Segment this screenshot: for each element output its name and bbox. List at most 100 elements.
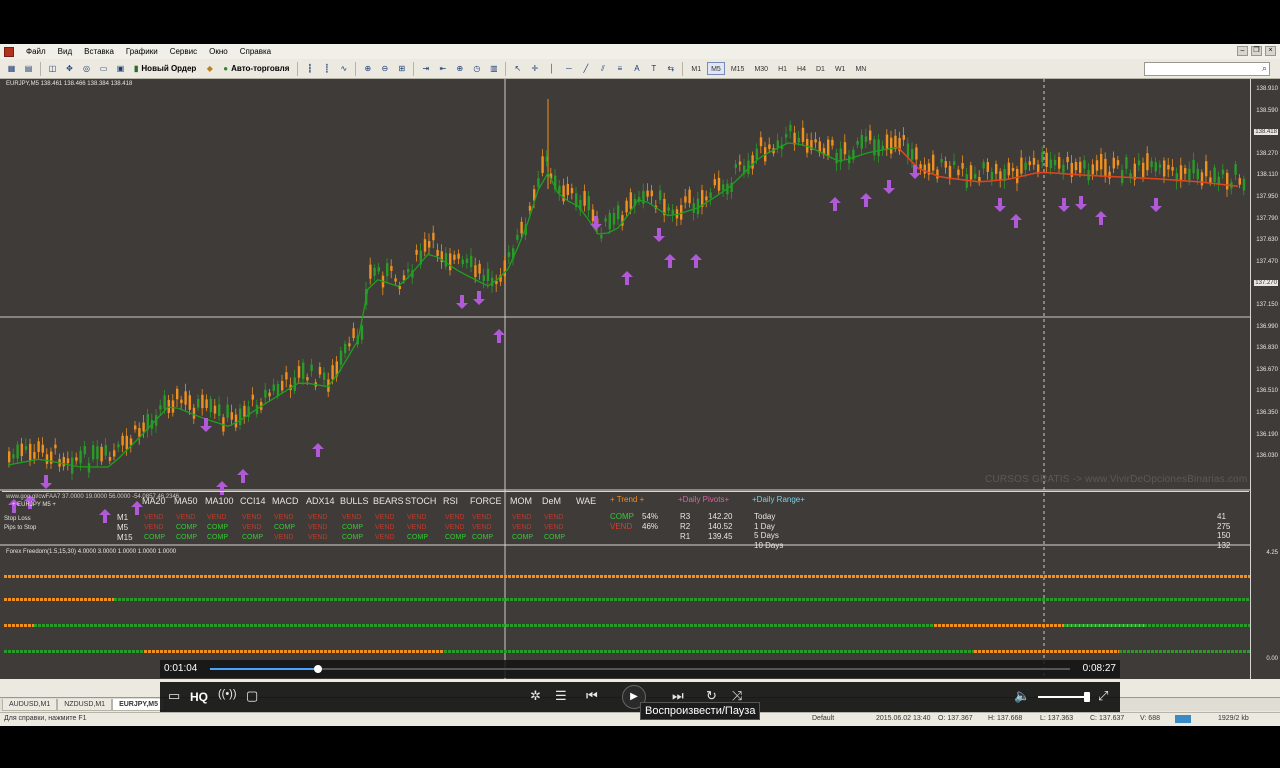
zoom-out-icon[interactable]: ⊖ (377, 61, 392, 76)
close-icon[interactable]: × (1265, 46, 1276, 56)
seek-handle[interactable] (314, 665, 323, 673)
text-tool-icon[interactable]: A (629, 61, 644, 76)
search-icon[interactable]: ⌕ (1262, 63, 1267, 74)
fibonacci-icon[interactable]: ≡ (612, 61, 627, 76)
indicator-dot (686, 624, 689, 627)
tf-mn[interactable]: MN (851, 62, 870, 75)
menu-help[interactable]: Справка (234, 44, 277, 59)
crosshair-icon[interactable]: ✛ (527, 61, 542, 76)
tab-audusd[interactable]: AUDUSD,M1 (2, 698, 58, 711)
tf-m5[interactable]: M5 (707, 62, 725, 75)
tf-m15[interactable]: M15 (727, 62, 749, 75)
previous-icon[interactable]: ⏮ (586, 688, 598, 704)
indicator-dot (884, 650, 887, 653)
indicator-dot (948, 650, 951, 653)
new-order-button[interactable]: ▮ Новый Ордер (130, 61, 200, 76)
channel-icon[interactable]: ⫽ (595, 61, 610, 76)
indicator-dot (1030, 598, 1033, 601)
menu-file[interactable]: Файл (20, 44, 52, 59)
tf-h1[interactable]: H1 (774, 62, 791, 75)
auto-scroll-icon[interactable]: ⇥ (418, 61, 433, 76)
templates-icon[interactable]: ▥ (486, 61, 501, 76)
arrows-tool-icon[interactable]: ⇆ (663, 61, 678, 76)
fullscreen-icon[interactable]: ⤢ (1098, 688, 1108, 704)
indicator-dot (876, 650, 879, 653)
volume-icon[interactable]: 🔈 (1014, 688, 1030, 704)
bar-chart-icon[interactable]: ┇ (302, 61, 317, 76)
hq-button[interactable]: HQ (190, 690, 208, 704)
indicator-dot (584, 650, 587, 653)
minimize-icon[interactable]: – (1237, 46, 1248, 56)
indicator-dot (324, 575, 327, 578)
menu-window[interactable]: Окно (203, 44, 234, 59)
indicator-dot (576, 575, 579, 578)
tf-m30[interactable]: M30 (750, 62, 772, 75)
playlist-icon[interactable]: ☰ (555, 688, 567, 704)
terminal-icon[interactable]: ▭ (96, 61, 111, 76)
indicators-icon[interactable]: ⊕ (452, 61, 467, 76)
indicator-dot (1196, 624, 1199, 627)
tf-h4[interactable]: H4 (793, 62, 810, 75)
candle-body (755, 148, 758, 160)
indicator-dot (154, 624, 157, 627)
candlestick-icon[interactable]: ┋ (319, 61, 334, 76)
meta-editor-icon[interactable]: ◆ (202, 61, 217, 76)
indicator-dot (456, 575, 459, 578)
settings-icon[interactable]: ✲ (530, 688, 541, 704)
tab-nzdusd[interactable]: NZDUSD,M1 (57, 698, 113, 711)
seek-bar[interactable] (210, 665, 1070, 673)
search-input[interactable]: ⌕ (1144, 62, 1270, 76)
indicator-dot (560, 575, 563, 578)
restore-icon[interactable]: ❐ (1251, 46, 1262, 56)
navigator-icon[interactable]: ✥ (62, 61, 77, 76)
cursor-icon[interactable]: ↖ (510, 61, 525, 76)
tile-windows-icon[interactable]: ⊞ (394, 61, 409, 76)
tab-eurjpy[interactable]: EURJPY,M5 (112, 698, 165, 711)
market-watch-icon[interactable]: ◫ (45, 61, 60, 76)
indicator-dot (40, 598, 43, 601)
folder-icon[interactable]: ▭ (168, 688, 180, 704)
auto-trading-button[interactable]: ● Авто-торговля (219, 61, 293, 76)
indicator-dot (658, 624, 661, 627)
chart-shift-icon[interactable]: ⇤ (435, 61, 450, 76)
menu-charts[interactable]: Графики (120, 44, 164, 59)
tf-m1[interactable]: M1 (687, 62, 705, 75)
volume-handle[interactable] (1084, 692, 1090, 702)
indicator-dot (1159, 650, 1162, 653)
tf-d1[interactable]: D1 (812, 62, 829, 75)
horizontal-line-icon[interactable]: ─ (561, 61, 576, 76)
data-window-icon[interactable]: ◎ (79, 61, 94, 76)
indicator-dot (428, 575, 431, 578)
candle-body (1100, 154, 1103, 170)
indicator-dot (966, 624, 969, 627)
menu-view[interactable]: Вид (52, 44, 78, 59)
indicator-dot (232, 575, 235, 578)
menu-tools[interactable]: Сервис (164, 44, 203, 59)
vertical-line-icon[interactable]: │ (544, 61, 559, 76)
sell-arrow-icon (40, 475, 52, 489)
menu-insert[interactable]: Вставка (78, 44, 120, 59)
indicator-dot (276, 575, 279, 578)
volume-slider[interactable] (1038, 696, 1088, 698)
line-chart-icon[interactable]: ∿ (336, 61, 351, 76)
broadcast-icon[interactable]: ((•)) (218, 688, 237, 700)
indicator-dot (1106, 650, 1109, 653)
indicator-dot (472, 650, 475, 653)
new-chart-icon[interactable]: ▦ (4, 61, 19, 76)
price-chart[interactable]: EURJPY,M5 138.461 138.466 138.384 138.41… (0, 79, 1280, 726)
periods-icon[interactable]: ◷ (469, 61, 484, 76)
chart-canvas[interactable] (0, 79, 1250, 679)
zoom-in-icon[interactable]: ⊕ (360, 61, 375, 76)
label-tool-icon[interactable]: T (646, 61, 661, 76)
trendline-icon[interactable]: ╱ (578, 61, 593, 76)
indicator-dot (944, 650, 947, 653)
indicator-dot (100, 598, 103, 601)
indicator-dot (122, 624, 125, 627)
indicator-dot (4, 575, 7, 578)
tf-w1[interactable]: W1 (831, 62, 850, 75)
screen-icon[interactable]: ▢ (246, 688, 258, 704)
profiles-icon[interactable]: ▤ (21, 61, 36, 76)
tester-icon[interactable]: ▣ (113, 61, 128, 76)
indicator-dot (918, 624, 921, 627)
indicator-dot (1078, 650, 1081, 653)
